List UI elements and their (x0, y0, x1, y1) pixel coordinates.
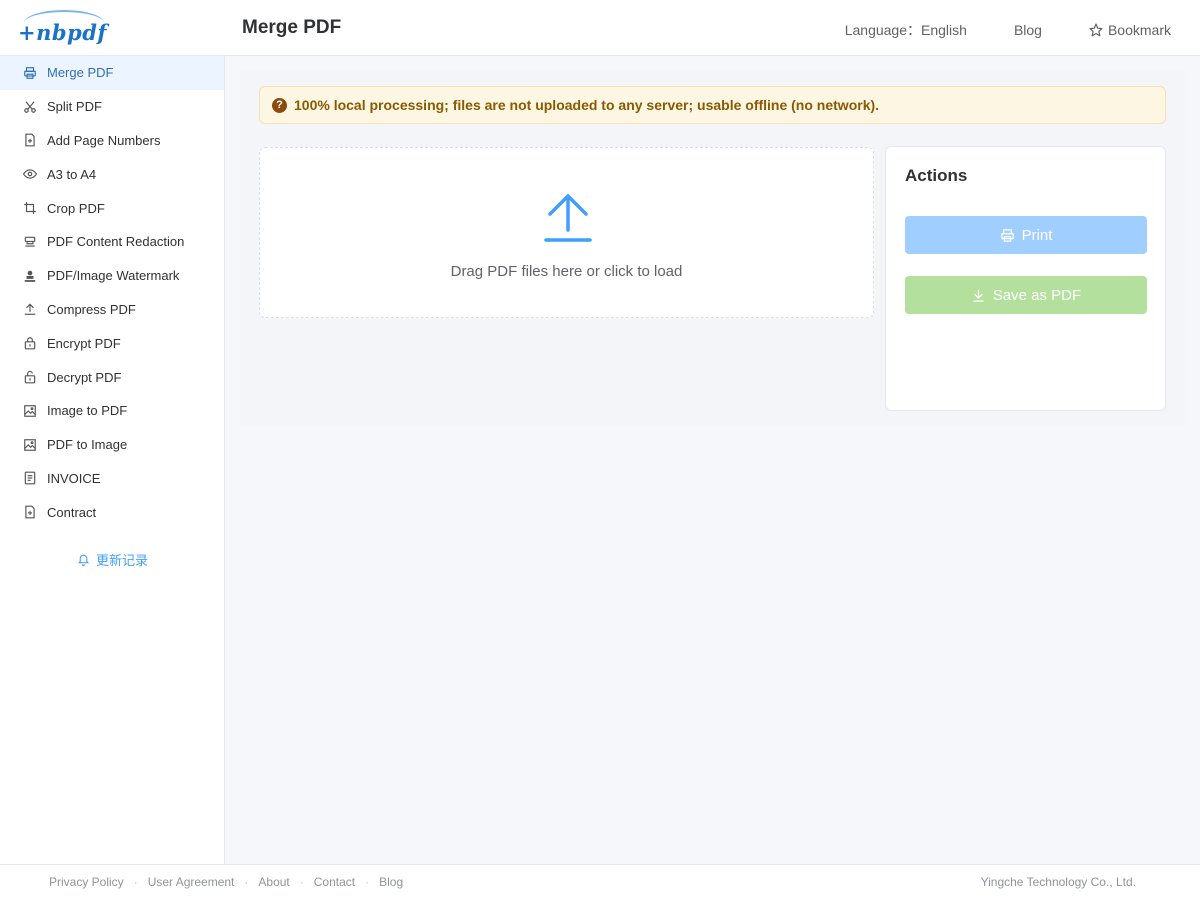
stamp-icon (23, 235, 37, 249)
bookmark-label: Bookmark (1107, 22, 1171, 38)
print-label: Print (1021, 226, 1053, 244)
unlock-icon (23, 370, 37, 384)
sidebar-item-decrypt-pdf[interactable]: Decrypt PDF (0, 360, 224, 394)
footer: Privacy Policy · User Agreement · About … (0, 864, 1200, 900)
sidebar-item-label: PDF Content Redaction (47, 234, 185, 250)
top-header: +nbpdf Merge PDF Language：English Blog B… (0, 0, 1200, 56)
sidebar-item-label: INVOICE (47, 470, 101, 486)
footer-link-user-agreement[interactable]: User Agreement (148, 875, 235, 889)
blog-link[interactable]: Blog (1014, 22, 1042, 38)
sidebar-item-split-pdf[interactable]: Split PDF (0, 90, 224, 124)
sidebar-item-pdf-content-redaction[interactable]: PDF Content Redaction (0, 225, 224, 259)
tickets-icon (23, 471, 37, 485)
sidebar-item-a3-to-a4[interactable]: A3 to A4 (0, 157, 224, 191)
sidebar-item-encrypt-pdf[interactable]: Encrypt PDF (0, 326, 224, 360)
footer-separator: · (244, 875, 249, 889)
footer-link-privacy-policy[interactable]: Privacy Policy (49, 875, 124, 889)
sidebar-item-label: PDF to Image (47, 437, 128, 453)
bookmark-button[interactable]: Bookmark (1089, 22, 1171, 38)
sidebar-item-add-page-numbers[interactable]: Add Page Numbers (0, 124, 224, 158)
image-icon (23, 438, 37, 452)
sidebar-item-invoice[interactable]: INVOICE (0, 462, 224, 496)
sidebar-item-label: Image to PDF (47, 403, 128, 419)
file-dropzone[interactable]: Drag PDF files here or click to load (259, 147, 874, 318)
language-selector[interactable]: Language：English (845, 20, 967, 40)
notice-text: 100% local processing; files are not upl… (294, 97, 880, 113)
sidebar-item-label: Merge PDF (47, 65, 114, 81)
sidebar-item-label: Crop PDF (47, 200, 105, 216)
bell-icon (77, 553, 90, 566)
offline-notice: ? 100% local processing; files are not u… (259, 86, 1166, 124)
printer-icon (1000, 228, 1015, 243)
copyright: Yingche Technology Co., Ltd. (980, 875, 1136, 889)
eye-icon (23, 167, 37, 181)
document-add-icon (23, 505, 37, 519)
printer-icon (23, 66, 37, 80)
sidebar: Merge PDF Split PDF Add Page Numbers A3 … (0, 56, 225, 864)
actions-title: Actions (905, 166, 968, 185)
scissors-icon (23, 100, 37, 114)
upload-icon (23, 302, 37, 316)
changelog-link[interactable]: 更新记录 (0, 550, 225, 569)
footer-separator: · (299, 875, 304, 889)
sidebar-item-crop-pdf[interactable]: Crop PDF (0, 191, 224, 225)
sidebar-item-watermark[interactable]: PDF/Image Watermark (0, 259, 224, 293)
watermark-icon (23, 269, 37, 283)
sidebar-item-pdf-to-image[interactable]: PDF to Image (0, 428, 224, 462)
sidebar-item-label: Add Page Numbers (47, 132, 161, 148)
header-nav: Language：English Blog Bookmark (845, 20, 1171, 40)
footer-link-about[interactable]: About (258, 875, 289, 889)
sidebar-item-label: Decrypt PDF (47, 369, 122, 385)
logo[interactable]: +nbpdf (14, 8, 114, 48)
sidebar-item-label: A3 to A4 (47, 166, 97, 182)
footer-link-contact[interactable]: Contact (314, 875, 355, 889)
save-as-pdf-button[interactable]: Save as PDF (905, 276, 1147, 314)
sidebar-item-merge-pdf[interactable]: Merge PDF (0, 56, 224, 90)
crop-icon (23, 201, 37, 215)
star-icon (1089, 23, 1103, 37)
sidebar-item-label: Encrypt PDF (47, 335, 121, 351)
footer-link-blog[interactable]: Blog (379, 875, 403, 889)
question-icon: ? (272, 97, 287, 113)
sidebar-item-compress-pdf[interactable]: Compress PDF (0, 293, 224, 327)
changelog-label: 更新记录 (95, 553, 148, 568)
upload-icon (542, 192, 594, 244)
actions-panel: Actions Print Save as PDF (885, 146, 1166, 411)
sidebar-item-label: PDF/Image Watermark (47, 268, 180, 284)
save-label: Save as PDF (992, 286, 1082, 304)
logo-text: +nbpdf (18, 20, 107, 45)
footer-separator: · (365, 875, 370, 889)
sidebar-item-contract[interactable]: Contract (0, 495, 224, 529)
footer-separator: · (133, 875, 138, 889)
download-icon (971, 288, 986, 303)
sidebar-item-label: Split PDF (47, 99, 102, 115)
sidebar-item-label: Contract (47, 504, 97, 520)
sidebar-item-image-to-pdf[interactable]: Image to PDF (0, 394, 224, 428)
sidebar-item-label: Compress PDF (47, 301, 136, 317)
print-button[interactable]: Print (905, 216, 1147, 254)
document-add-icon (23, 133, 37, 147)
footer-links: Privacy Policy · User Agreement · About … (49, 875, 403, 889)
image-icon (23, 404, 37, 418)
lock-icon (23, 336, 37, 350)
page-title: Merge PDF (242, 17, 342, 38)
dropzone-text: Drag PDF files here or click to load (450, 263, 683, 280)
